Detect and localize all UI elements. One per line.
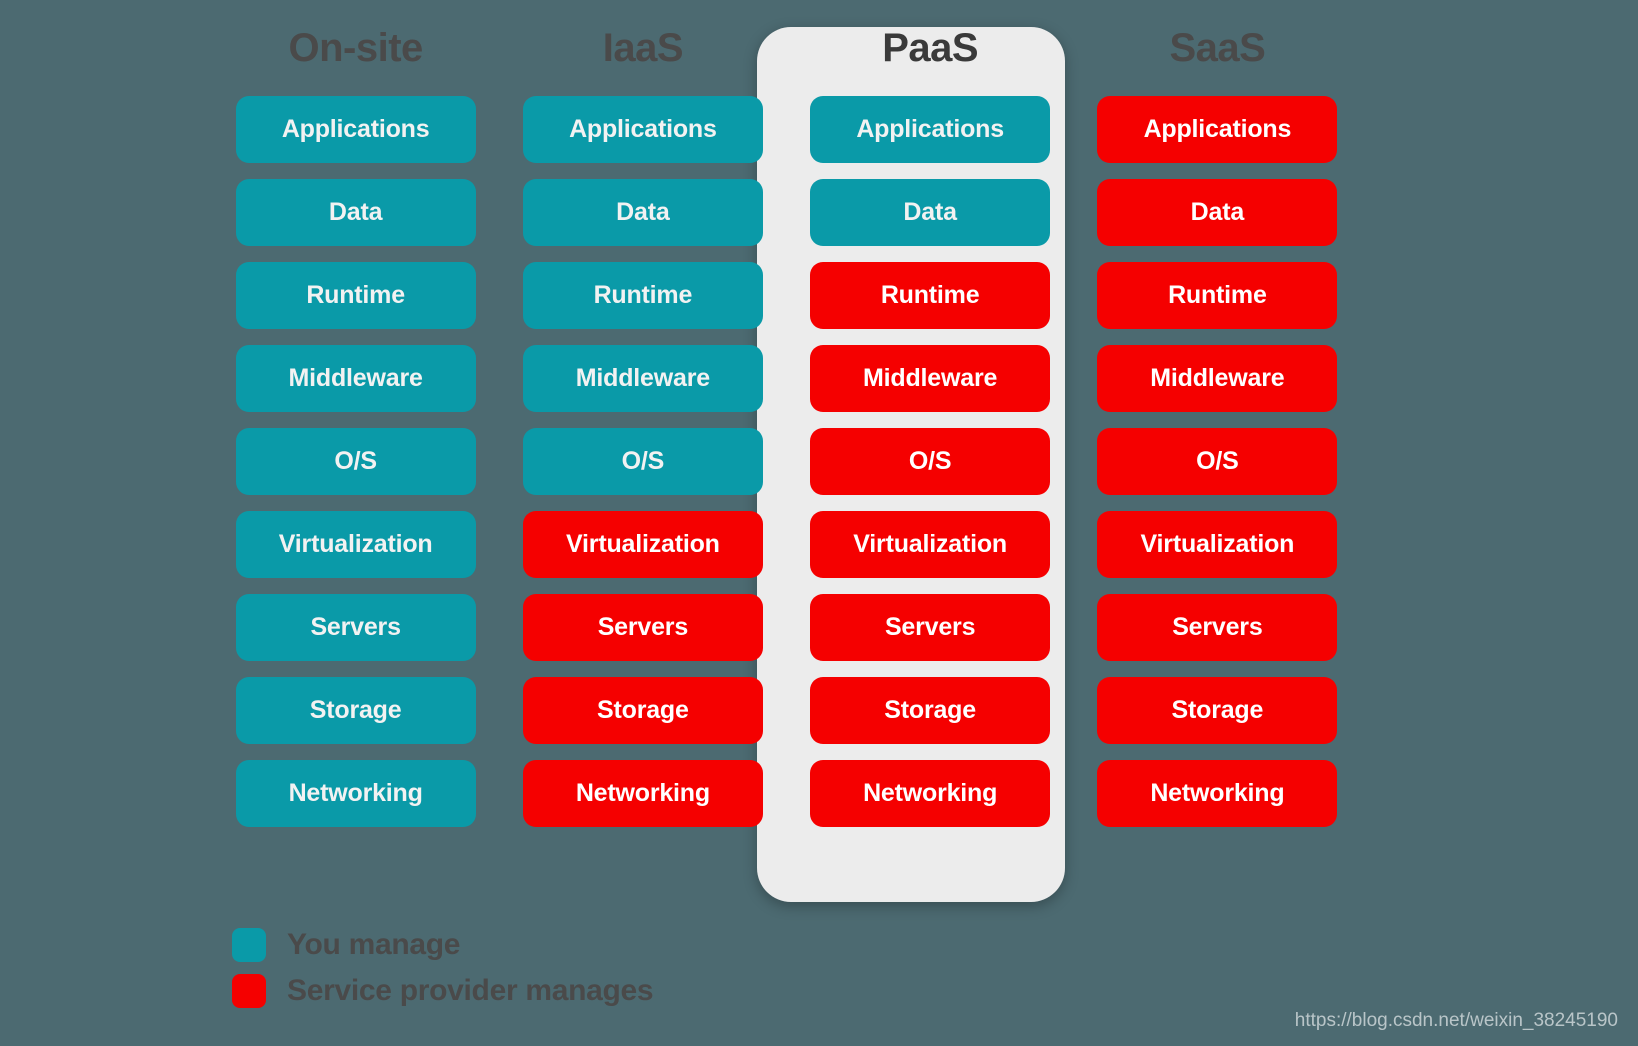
service-column-paas: PaaS Applications Data Runtime Middleware O/S… [795, 0, 1066, 920]
layer-pill-runtime[interactable]: Runtime [235, 262, 476, 329]
layer-pill-networking[interactable]: Networking [235, 760, 476, 827]
column-header: PaaS [882, 26, 979, 70]
layer-pill-applications[interactable]: Applications [1097, 96, 1338, 163]
layer-stack: Applications Data Runtime Middleware O/S Virt… [1082, 96, 1353, 827]
layer-pill-virtualization[interactable]: Virtualization [522, 511, 763, 578]
layer-pill-middleware[interactable]: Middleware [235, 345, 476, 412]
layer-pill-o-s[interactable]: O/S [1097, 428, 1338, 495]
layer-pill-o-s[interactable]: O/S [522, 428, 763, 495]
legend-label: Service provider manages [287, 974, 654, 1007]
layer-pill-applications[interactable]: Applications [522, 96, 763, 163]
layer-pill-middleware[interactable]: Middleware [522, 345, 763, 412]
layer-pill-o-s[interactable]: O/S [235, 428, 476, 495]
layer-pill-data[interactable]: Data [1097, 179, 1338, 246]
service-column-saas: SaaS Applications Data Runtime Middleware O/S… [1082, 0, 1353, 920]
layer-pill-data[interactable]: Data [235, 179, 476, 246]
layer-pill-servers[interactable]: Servers [235, 594, 476, 661]
layer-pill-networking[interactable]: Networking [522, 760, 763, 827]
layer-pill-data[interactable]: Data [522, 179, 763, 246]
layer-pill-servers[interactable]: Servers [1097, 594, 1338, 661]
layer-pill-virtualization[interactable]: Virtualization [810, 511, 1051, 578]
layer-stack: Applications Data Runtime Middleware O/S Virt… [795, 96, 1066, 827]
layer-stack: Applications Data Runtime Middleware O/S Virt… [507, 96, 778, 827]
column-header: On-site [288, 26, 423, 70]
legend-item-provider: Service provider manages [232, 974, 654, 1008]
layer-stack: Applications Data Runtime Middleware O/S Virt… [220, 96, 491, 827]
layer-pill-middleware[interactable]: Middleware [1097, 345, 1338, 412]
layer-pill-data[interactable]: Data [810, 179, 1051, 246]
column-header: IaaS [602, 26, 684, 70]
service-column-iaas: IaaS Applications Data Runtime Middleware O/S… [507, 0, 778, 920]
legend-item-you: You manage [232, 928, 653, 962]
source-watermark: https://blog.csdn.net/weixin_38245190 [1294, 1010, 1618, 1031]
layer-pill-storage[interactable]: Storage [235, 677, 476, 744]
layer-pill-middleware[interactable]: Middleware [810, 345, 1051, 412]
service-column-on-site: On-site Applications Data Runtime Middleware… [220, 0, 491, 920]
layer-pill-networking[interactable]: Networking [1097, 760, 1338, 827]
legend-swatch-icon [232, 928, 266, 962]
legend-label: You manage [287, 928, 461, 961]
column-header: SaaS [1169, 26, 1266, 70]
legend-swatch-icon [232, 974, 266, 1008]
layer-pill-servers[interactable]: Servers [522, 594, 763, 661]
legend: You manage Service provider manages [232, 928, 654, 1008]
layer-pill-virtualization[interactable]: Virtualization [235, 511, 476, 578]
layer-pill-runtime[interactable]: Runtime [810, 262, 1051, 329]
layer-pill-networking[interactable]: Networking [810, 760, 1051, 827]
layer-pill-runtime[interactable]: Runtime [1097, 262, 1338, 329]
layer-pill-applications[interactable]: Applications [235, 96, 476, 163]
layer-pill-storage[interactable]: Storage [1097, 677, 1338, 744]
layer-pill-servers[interactable]: Servers [810, 594, 1051, 661]
layer-pill-storage[interactable]: Storage [810, 677, 1051, 744]
service-model-matrix: On-site Applications Data Runtime Middleware… [0, 0, 1638, 920]
layer-pill-runtime[interactable]: Runtime [522, 262, 763, 329]
layer-pill-applications[interactable]: Applications [810, 96, 1051, 163]
layer-pill-virtualization[interactable]: Virtualization [1097, 511, 1338, 578]
layer-pill-o-s[interactable]: O/S [810, 428, 1051, 495]
layer-pill-storage[interactable]: Storage [522, 677, 763, 744]
